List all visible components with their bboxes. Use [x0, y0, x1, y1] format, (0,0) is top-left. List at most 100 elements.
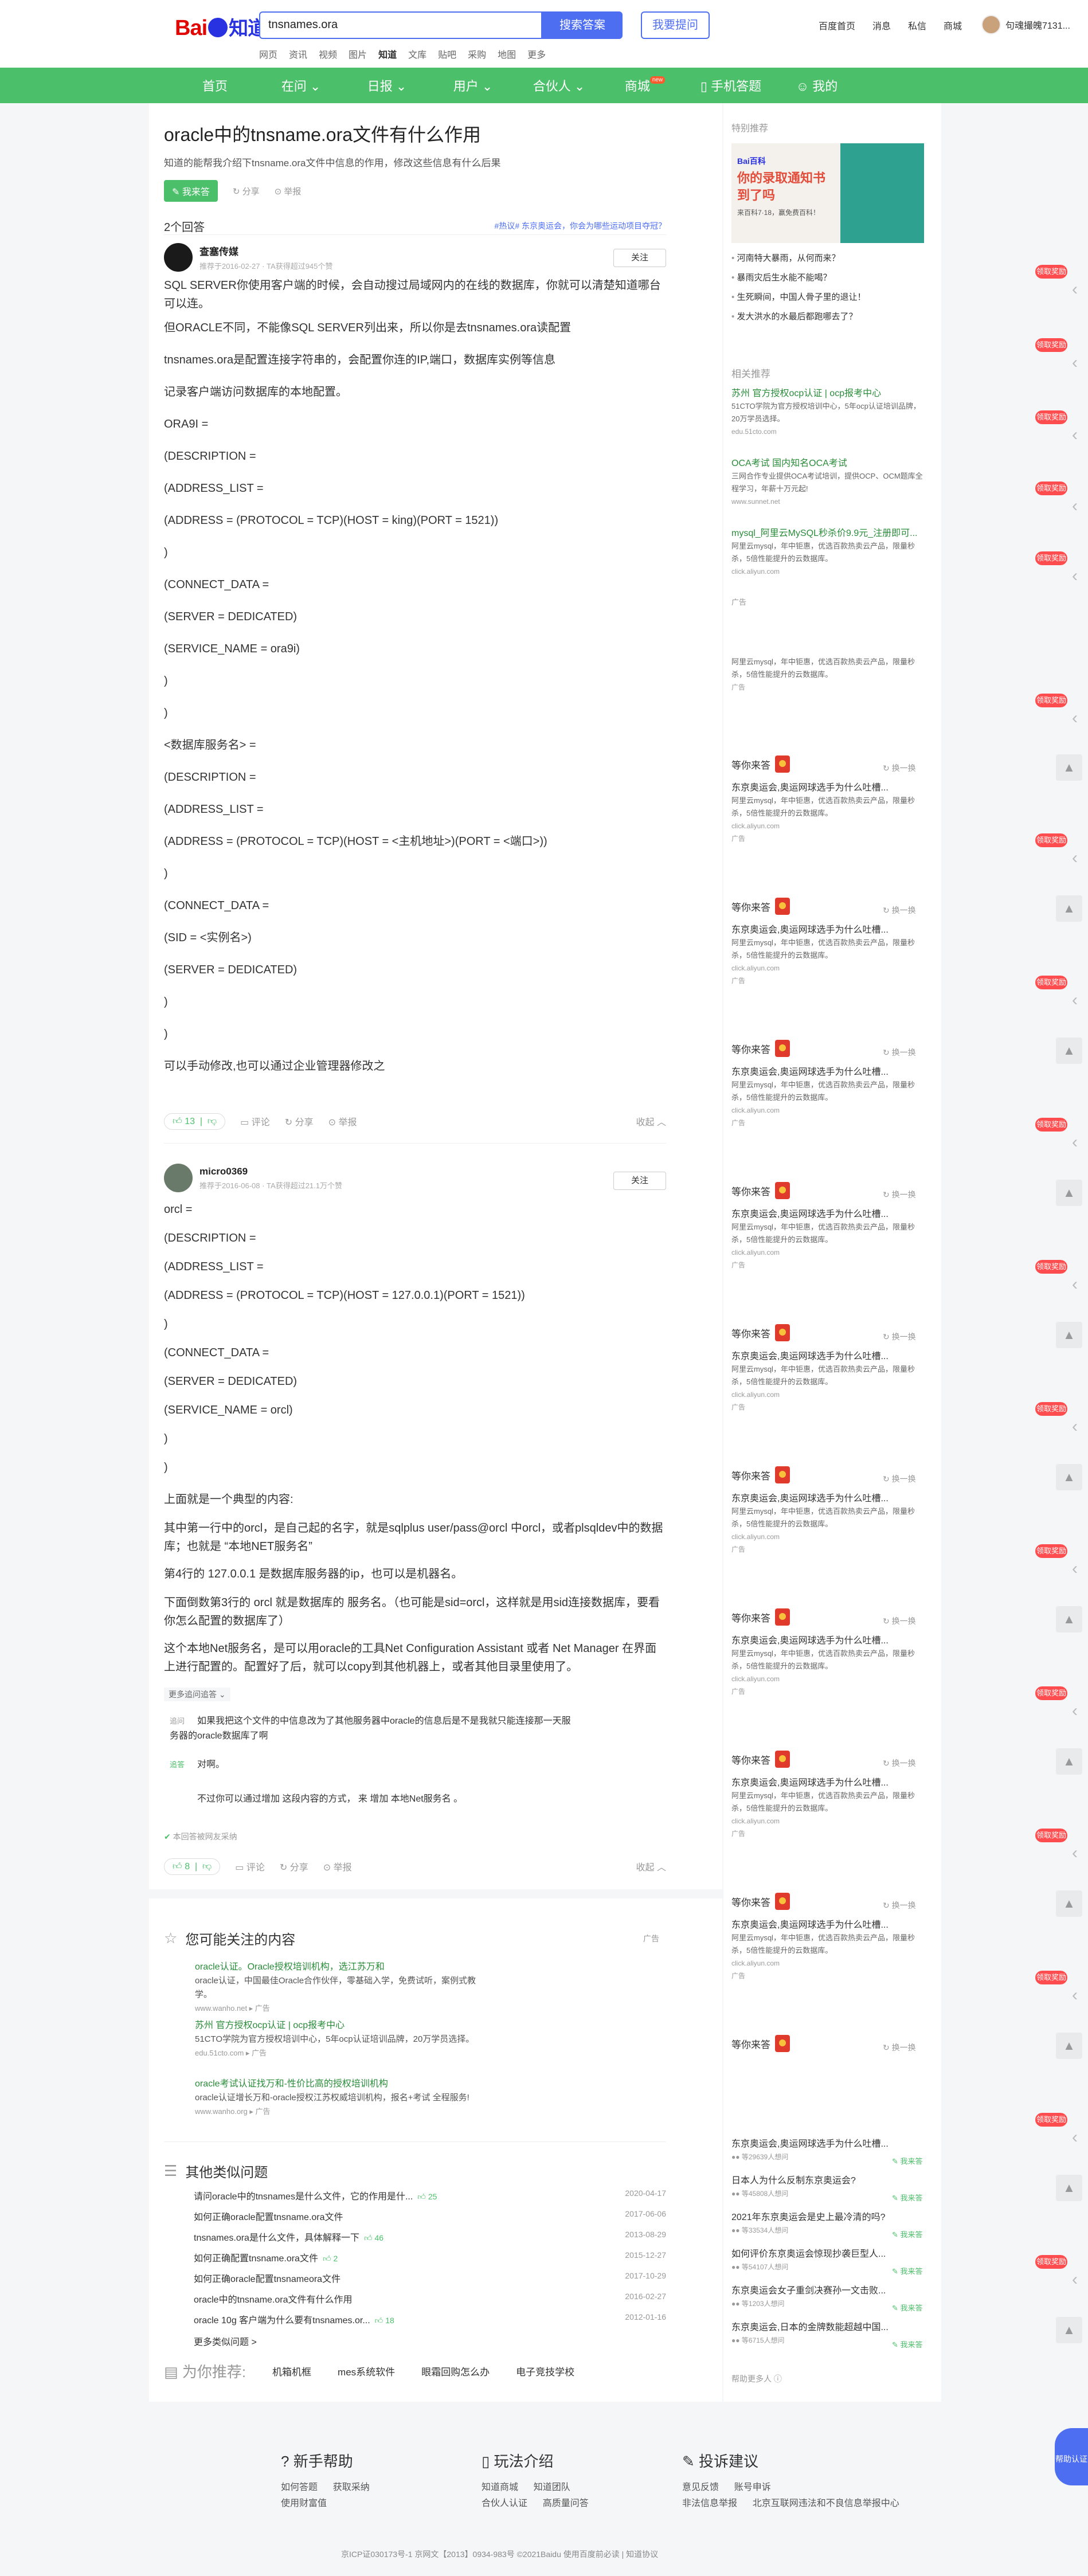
change-button[interactable]: ↻ 换一换: [883, 1331, 916, 1342]
change-button[interactable]: ↻ 换一换: [883, 1047, 916, 1058]
news-item[interactable]: • 发大洪水的水最后都跑哪去了？: [731, 311, 926, 323]
nav-video[interactable]: 视频: [319, 47, 337, 61]
reward-badge[interactable]: 领取奖励: [1035, 481, 1067, 495]
nav-daily[interactable]: 日报 ⌄: [344, 76, 430, 95]
similar-question[interactable]: tnsnames.ora是什么文件，具体解释一下 👍︎ 46 2013-08-29: [194, 2230, 666, 2244]
share-button[interactable]: ↻ 分享: [280, 1859, 308, 1873]
i-answer-button[interactable]: ✎ 我来答: [892, 2192, 923, 2203]
chevron-left-icon[interactable]: ‹: [1072, 496, 1078, 516]
chevron-left-icon[interactable]: ‹: [1072, 1417, 1078, 1436]
similar-question[interactable]: 如何正确oracle配置tnsnameora文件 2017-10-29: [194, 2271, 666, 2285]
link-messages[interactable]: 消息: [872, 18, 891, 32]
nav-web[interactable]: 网页: [259, 47, 277, 61]
footer-link[interactable]: 知道团队: [534, 2483, 570, 2492]
nav-mine[interactable]: ☺ 我的: [774, 76, 860, 95]
similar-question[interactable]: oracle中的tnsname.ora文件有什么作用 2016-02-27: [194, 2292, 666, 2305]
waiting-question[interactable]: 东京奥运会,奥运网球选手为什么吐槽... 阿里云mysql，年中钜惠，优选百款热卖…: [731, 1493, 926, 1556]
chevron-left-icon[interactable]: ‹: [1072, 1275, 1078, 1294]
related-ad-partial[interactable]: 阿里云mysql，年中钜惠，优选百款热卖云产品，限量秒杀，5倍性能提升的云数据库…: [731, 656, 926, 694]
nav-image[interactable]: 图片: [349, 47, 367, 61]
scroll-top-icon[interactable]: ▲: [1056, 2317, 1082, 2343]
scroll-top-icon[interactable]: ▲: [1056, 1890, 1082, 1917]
reward-badge[interactable]: 领取奖励: [1035, 338, 1067, 352]
comment-button[interactable]: ▭ 评论: [235, 1859, 265, 1873]
footer-link[interactable]: 合伙人认证: [482, 2499, 527, 2508]
chevron-left-icon[interactable]: ‹: [1072, 1133, 1078, 1152]
scroll-top-icon[interactable]: ▲: [1056, 754, 1082, 781]
reward-badge[interactable]: 领取奖励: [1035, 265, 1067, 279]
change-button[interactable]: ↻ 换一换: [883, 1189, 916, 1200]
more-qa-toggle[interactable]: 更多追问追答 ⌄: [164, 1688, 230, 1701]
chevron-left-icon[interactable]: ‹: [1072, 280, 1078, 299]
author-name[interactable]: 查塞传媒: [199, 244, 332, 258]
recommend-item[interactable]: mes系统软件: [338, 2364, 395, 2378]
related-ad[interactable]: OCA考试 国内知名OCA考试 三网合作专业提供OCA考试培训，提供OCP、OCM…: [731, 457, 926, 508]
i-answer-button[interactable]: ✎ 我来答: [892, 2339, 923, 2350]
similar-question[interactable]: 请问oracle中的tnsnames是什么文件，它的作用是什... 👍︎ 25 20…: [194, 2189, 666, 2202]
link-mall[interactable]: 商城: [944, 18, 962, 32]
chevron-left-icon[interactable]: ‹: [1072, 353, 1078, 373]
waiting-question[interactable]: 东京奥运会,奥运网球选手为什么吐槽... 阿里云mysql，年中钜惠，优选百款热卖…: [731, 1919, 926, 1982]
nav-home[interactable]: 首页: [172, 76, 258, 95]
nav-zhidao[interactable]: 知道: [378, 47, 397, 61]
waiting-question[interactable]: 东京奥运会,奥运网球选手为什么吐槽... 阿里云mysql，年中钜惠，优选百款热卖…: [731, 1635, 926, 1698]
i-answer-button[interactable]: ✎ 我来答: [892, 2302, 923, 2313]
footer-link[interactable]: 使用财富值: [281, 2499, 327, 2508]
related-ad[interactable]: mysql_阿里云MySQL秒杀价9.9元_注册即可... 阿里云mysql，年中…: [731, 527, 926, 578]
footer-link[interactable]: 如何答题: [281, 2483, 318, 2492]
news-item[interactable]: • 河南特大暴雨，从何而来？: [731, 252, 926, 265]
reward-badge[interactable]: 领取奖励: [1035, 1118, 1067, 1132]
chevron-left-icon[interactable]: ‹: [1072, 848, 1078, 868]
comment-button[interactable]: ▭ 评论: [240, 1114, 270, 1128]
nav-wenku[interactable]: 文库: [408, 47, 426, 61]
waiting-question[interactable]: 东京奥运会,奥运网球选手为什么吐槽... 阿里云mysql，年中钜惠，优选百款热卖…: [731, 1066, 926, 1129]
interest-ad-1[interactable]: oracle认证。Oracle授权培训机构，选江苏万和 oracle认证，中国最佳…: [195, 1960, 493, 2015]
chevron-left-icon[interactable]: ‹: [1072, 2270, 1078, 2289]
change-button[interactable]: ↻ 换一换: [883, 762, 916, 774]
similar-question[interactable]: oracle 10g 客户端为什么要有tnsnames.or... 👍︎ 18 20…: [194, 2312, 666, 2326]
more-similar-link[interactable]: 更多类似问题 >: [194, 2334, 666, 2348]
nav-partner[interactable]: 合伙人 ⌄: [516, 76, 602, 95]
fold-button[interactable]: 收起 ︿: [636, 1114, 666, 1128]
user-menu[interactable]: 句魂撮魄7131...: [981, 15, 1070, 34]
change-button[interactable]: ↻ 换一换: [883, 2042, 916, 2053]
scroll-top-icon[interactable]: ▲: [1056, 1464, 1082, 1490]
interest-ad-3[interactable]: oracle考试认证找万和-性价比高的授权培训机构 oracle认证增长万和-or…: [195, 2077, 493, 2119]
reward-badge[interactable]: 领取奖励: [1035, 694, 1067, 707]
nav-mall[interactable]: 商城 new: [602, 76, 688, 95]
help-more[interactable]: 帮助更多人 ⓘ: [731, 2373, 782, 2385]
link-baidu-home[interactable]: 百度首页: [819, 18, 855, 32]
footer-link[interactable]: 意见反馈: [682, 2483, 719, 2492]
scroll-top-icon[interactable]: ▲: [1056, 895, 1082, 922]
chevron-left-icon[interactable]: ‹: [1072, 1986, 1078, 2005]
reward-badge[interactable]: 领取奖励: [1035, 2113, 1067, 2127]
report-button[interactable]: ⊙ 举报: [328, 1114, 357, 1128]
scroll-top-icon[interactable]: ▲: [1056, 2175, 1082, 2201]
scroll-top-icon[interactable]: ▲: [1056, 1606, 1082, 1632]
avatar[interactable]: [164, 243, 193, 272]
recommend-item[interactable]: 眼霜回购怎么办: [421, 2364, 490, 2378]
chevron-left-icon[interactable]: ‹: [1072, 566, 1078, 586]
share-button[interactable]: ↻ 分享: [285, 1114, 314, 1128]
reward-badge[interactable]: 领取奖励: [1035, 1829, 1067, 1842]
hot-topic-link[interactable]: #热议# 东京奥运会，你会为哪些运动项目夺冠？: [495, 221, 666, 230]
waiting-question[interactable]: 东京奥运会,奥运网球选手为什么吐槽... 阿里云mysql，年中钜惠，优选百款热卖…: [731, 1350, 926, 1414]
follow-button[interactable]: 关注: [613, 249, 666, 267]
nav-more[interactable]: 更多: [527, 47, 546, 61]
reward-badge[interactable]: 领取奖励: [1035, 2255, 1067, 2269]
change-button[interactable]: ↻ 换一换: [883, 1473, 916, 1485]
news-item[interactable]: • 暴雨灾后生水能不能喝？: [731, 272, 926, 284]
nav-mobile-answer[interactable]: ▯ 手机答题: [688, 76, 774, 95]
news-item[interactable]: • 生死瞬间，中国人骨子里的退让！: [731, 291, 926, 304]
reward-badge[interactable]: 领取奖励: [1035, 1971, 1067, 1984]
nav-asking[interactable]: 在问 ⌄: [258, 76, 344, 95]
recommend-item[interactable]: 机箱机框: [272, 2364, 311, 2378]
footer-link[interactable]: 获取采纳: [333, 2483, 370, 2492]
waiting-question[interactable]: 东京奥运会,奥运网球选手为什么吐槽... 阿里云mysql，年中钜惠，优选百款热卖…: [731, 924, 926, 987]
help-certify-button[interactable]: 帮助认证: [1055, 2428, 1088, 2485]
want-answer-button[interactable]: ✎ 我来答: [164, 180, 218, 202]
reward-badge[interactable]: 领取奖励: [1035, 1402, 1067, 1416]
chevron-left-icon[interactable]: ‹: [1072, 425, 1078, 445]
footer-link[interactable]: 知道商城: [482, 2483, 518, 2492]
change-button[interactable]: ↻ 换一换: [883, 905, 916, 916]
